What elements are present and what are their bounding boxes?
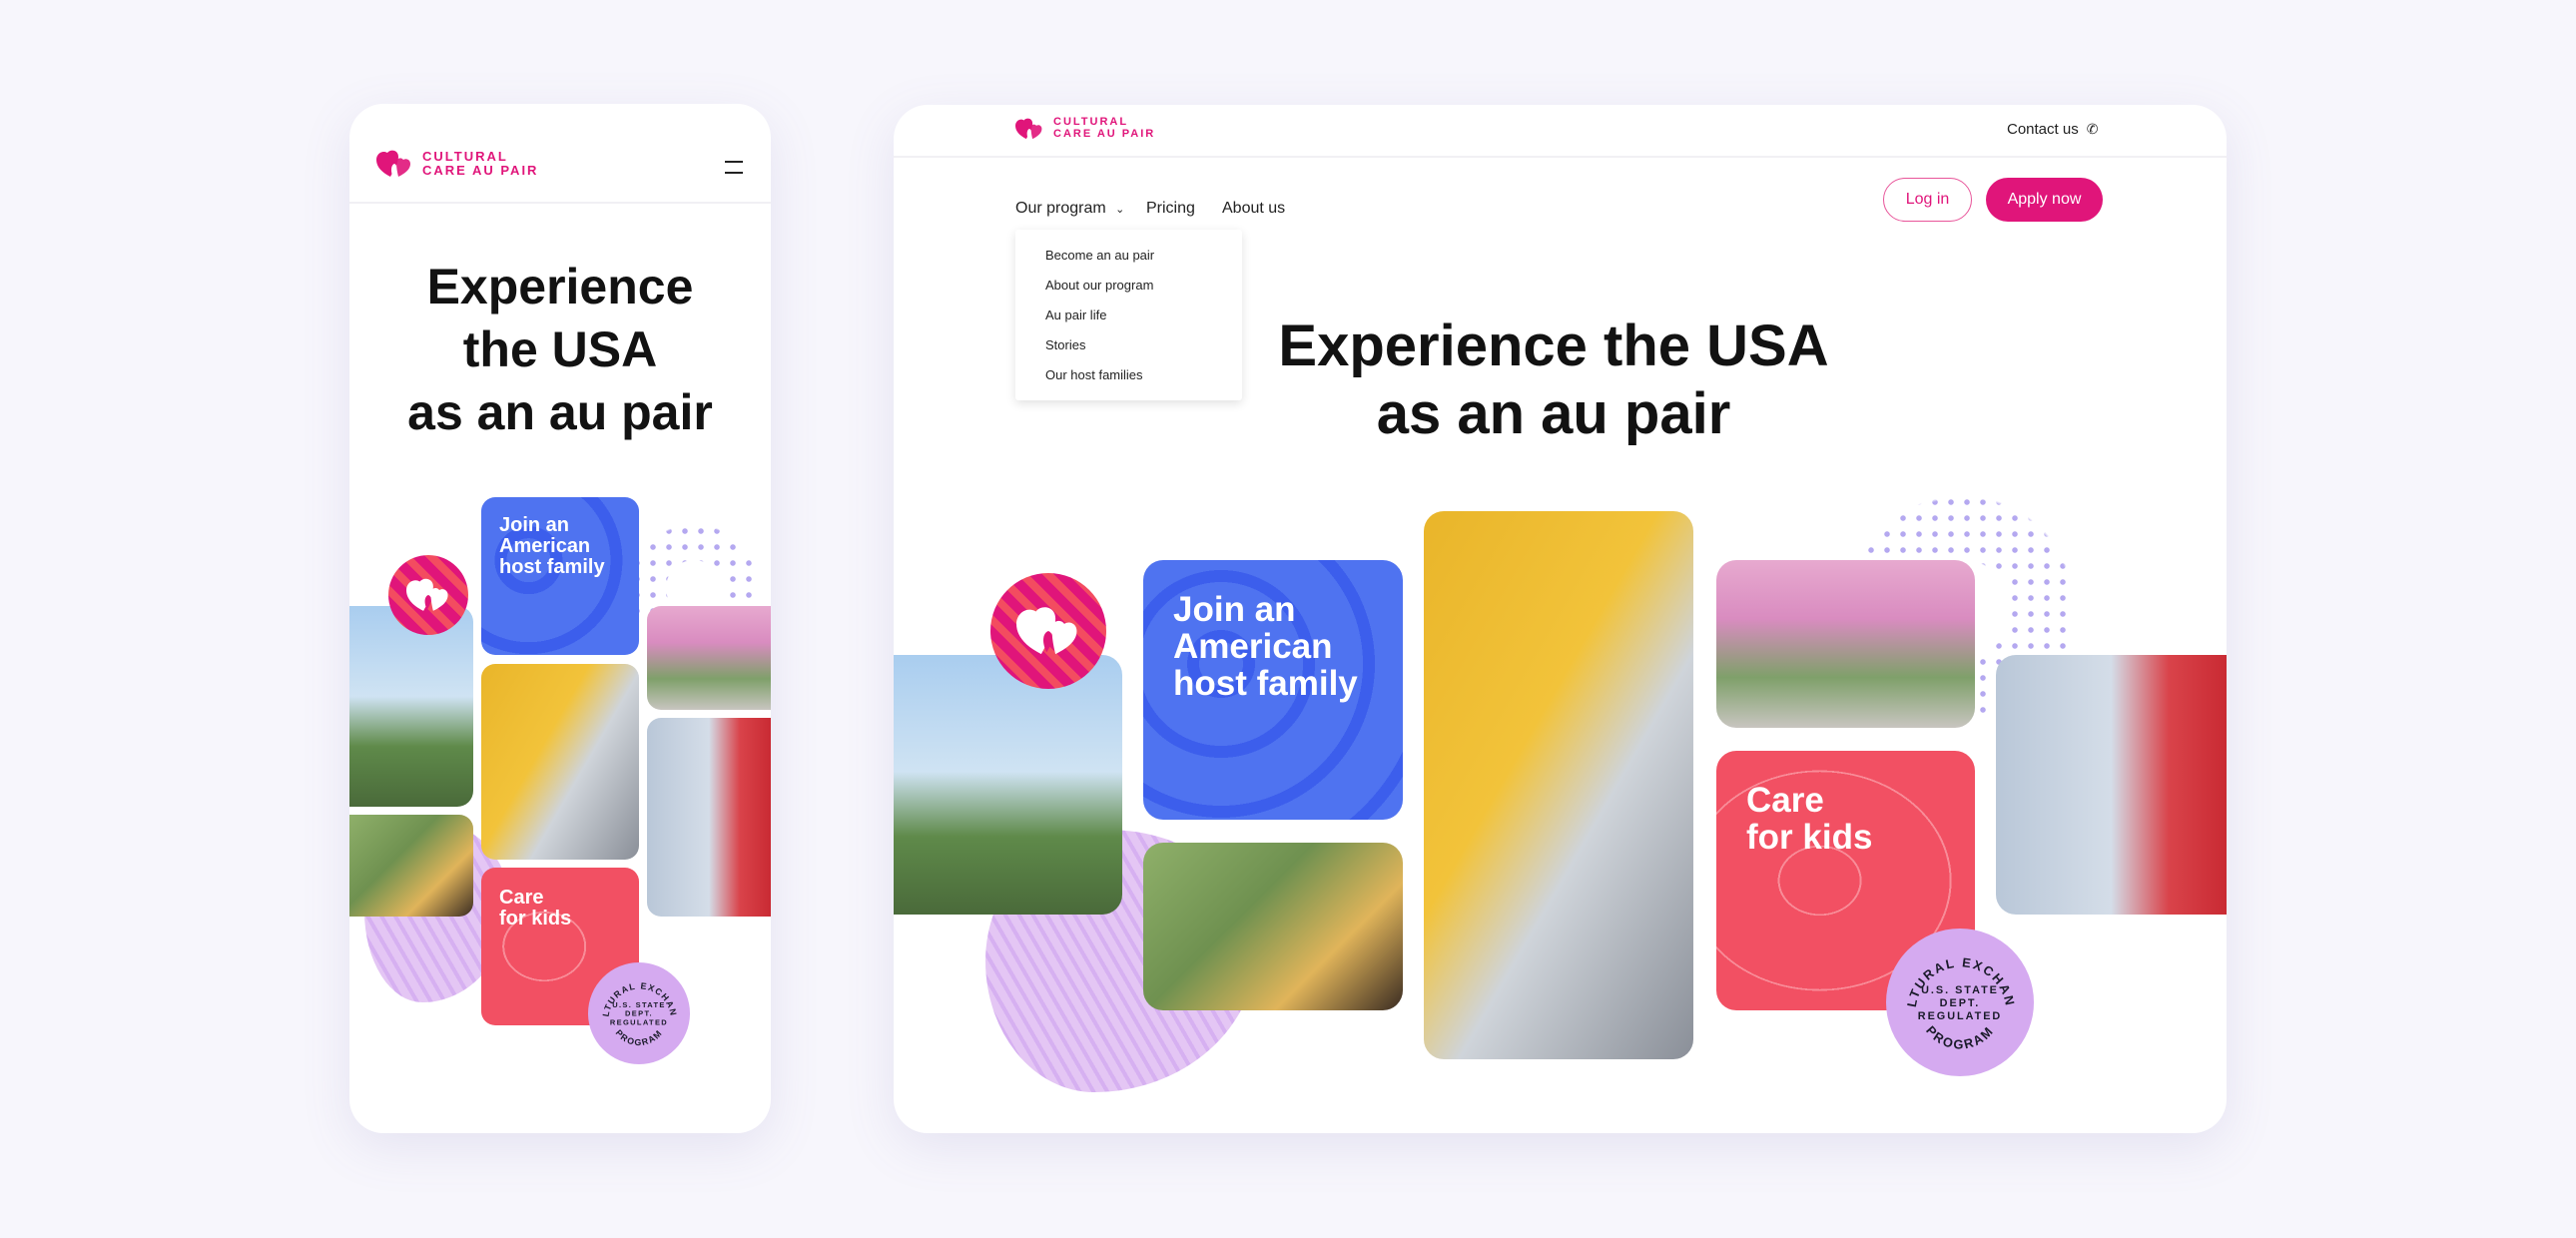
login-button[interactable]: Log in xyxy=(1883,178,1972,222)
photo-smiling-woman xyxy=(1996,655,2227,915)
badge-inner-line: DEPT. xyxy=(625,1009,653,1018)
page-title: Experience the USA as an au pair xyxy=(1193,312,1914,448)
badge-inner-line: REGULATED xyxy=(1918,1010,2002,1022)
brand-line1: CULTURAL xyxy=(1053,116,1129,128)
card-line: Care xyxy=(1746,781,1824,820)
badge-inner-line: REGULATED xyxy=(610,1018,668,1027)
badge-inner-line: DEPT. xyxy=(1940,997,1981,1009)
nav-about-us[interactable]: About us xyxy=(1222,200,1285,218)
heart-logo-icon xyxy=(376,150,410,177)
badge-inner-line: U.S. STATE xyxy=(612,1000,666,1009)
chevron-down-icon: ⌄ xyxy=(1115,204,1125,216)
dropdown-item[interactable]: About our program xyxy=(1045,278,1153,293)
title-line: Experience xyxy=(426,259,694,314)
nav-our-program[interactable]: Our program ⌄ xyxy=(1015,200,1124,218)
brand-line2: CARE AU PAIR xyxy=(1053,127,1156,140)
nav-pricing[interactable]: Pricing xyxy=(1146,200,1195,218)
heart-badge-icon xyxy=(990,573,1106,689)
title-line: as an au pair xyxy=(407,384,713,440)
contact-label: Contact us xyxy=(2007,121,2079,138)
dropdown-item[interactable]: Become an au pair xyxy=(1045,248,1154,263)
photo-mom-and-baby xyxy=(349,815,473,917)
brand-logo[interactable]: CULTURAL CARE AU PAIR xyxy=(376,150,538,178)
badge-inner-line: U.S. STATE xyxy=(1921,984,1999,996)
photo-golden-gate xyxy=(349,606,473,807)
header-divider xyxy=(349,202,771,204)
card-line: host family xyxy=(1173,663,1358,703)
card-line: Join an xyxy=(499,514,570,536)
brand-line1: CULTURAL xyxy=(422,149,508,165)
cultural-exchange-badge: CULTURAL EXCHANGE ~PROGRAM~ U.S. STATE D… xyxy=(584,954,690,1064)
phone-icon: ✆ xyxy=(2086,121,2099,137)
nav-label: Our program xyxy=(1015,200,1106,217)
desktop-mockup: CULTURAL CARE AU PAIR Contact us ✆ Our p… xyxy=(894,105,2227,1133)
card-line: Care xyxy=(499,887,544,909)
cultural-exchange-badge: CULTURAL EXCHANGE ~PROGRAM~ U.S. STATE D… xyxy=(1880,917,2034,1076)
photo-host-family xyxy=(647,606,771,710)
card-line: for kids xyxy=(499,908,572,929)
card-line: for kids xyxy=(1746,817,1873,857)
brand-line2: CARE AU PAIR xyxy=(422,163,539,178)
card-line: host family xyxy=(499,556,605,578)
hamburger-icon[interactable] xyxy=(725,161,743,174)
title-line: Experience the USA xyxy=(1278,313,1829,378)
title-line: the USA xyxy=(462,321,658,377)
page-title: Experience the USA as an au pair xyxy=(349,256,771,444)
heart-badge-icon xyxy=(388,555,468,635)
dropdown-item[interactable]: Au pair life xyxy=(1045,308,1106,322)
photo-host-family xyxy=(1716,560,1975,728)
photo-golden-gate xyxy=(894,655,1122,915)
photo-school-bus xyxy=(1424,511,1693,1059)
dropdown-item[interactable]: Our host families xyxy=(1045,367,1143,382)
photo-school-bus xyxy=(481,664,639,860)
heart-logo-icon xyxy=(1015,118,1042,139)
join-host-family-card[interactable]: Join an American host family xyxy=(481,497,639,655)
photo-smiling-woman xyxy=(647,718,771,917)
mobile-mockup: CULTURAL CARE AU PAIR Experience the USA… xyxy=(349,104,771,1133)
card-line: American xyxy=(499,535,591,557)
photo-mom-and-baby xyxy=(1143,843,1403,1010)
apply-now-button[interactable]: Apply now xyxy=(1986,178,2103,222)
card-line: Join an xyxy=(1173,590,1296,629)
contact-us-link[interactable]: Contact us ✆ xyxy=(2007,121,2098,138)
header-divider xyxy=(894,156,2227,158)
dropdown-item[interactable]: Stories xyxy=(1045,337,1085,352)
brand-logo[interactable]: CULTURAL CARE AU PAIR xyxy=(1015,116,1156,140)
join-host-family-card[interactable]: Join an American host family xyxy=(1143,560,1403,820)
title-line: as an au pair xyxy=(1376,381,1731,446)
card-line: American xyxy=(1173,626,1333,666)
